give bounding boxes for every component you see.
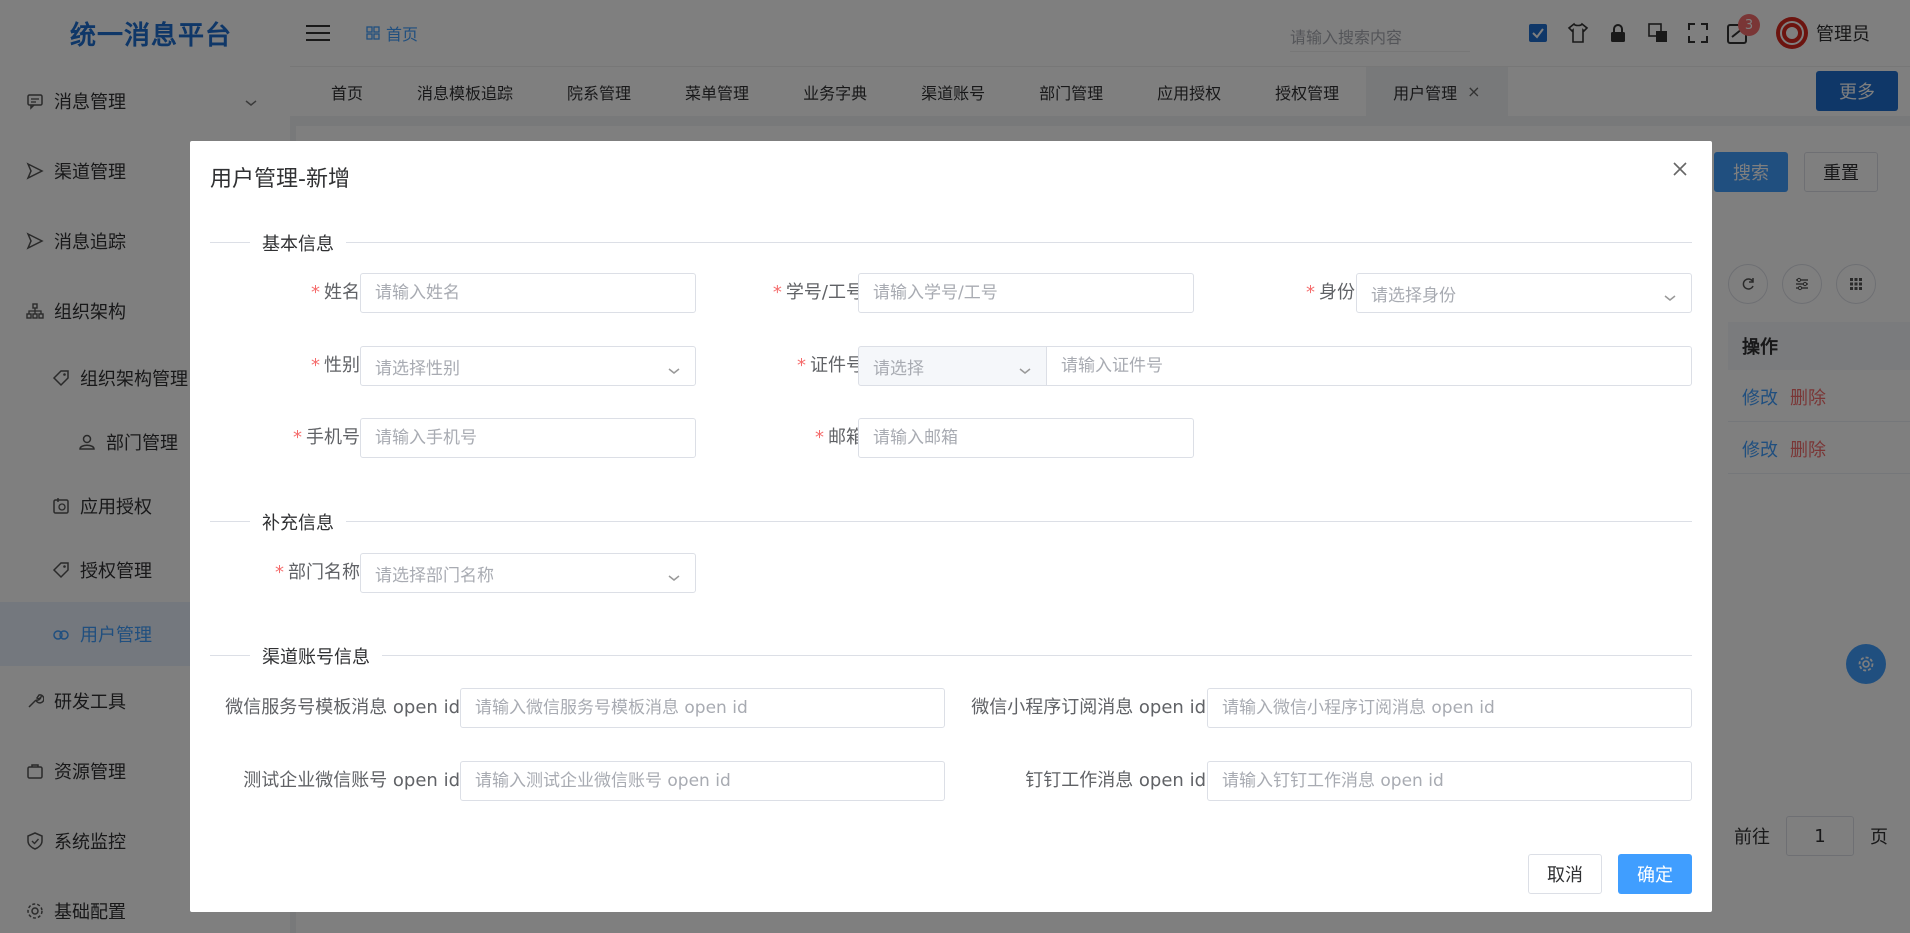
wx-work-openid-input[interactable] <box>460 761 945 801</box>
id-type-select[interactable]: 请选择 <box>858 346 1047 386</box>
department-label: * 部门名称 <box>275 562 360 583</box>
dingtalk-openid-input[interactable] <box>1207 761 1692 801</box>
wx-service-label: 微信服务号模板消息 open id <box>225 697 460 718</box>
name-input[interactable] <box>360 273 696 313</box>
section-title: 基本信息 <box>250 230 346 256</box>
confirm-button[interactable]: 确定 <box>1618 854 1692 894</box>
email-input[interactable] <box>858 418 1194 458</box>
email-label: * 邮箱 <box>815 427 864 448</box>
section-extra-info: 补充信息 <box>210 509 1692 535</box>
gender-select[interactable]: 请选择性别 <box>360 346 696 386</box>
phone-input[interactable] <box>360 418 696 458</box>
chevron-down-icon <box>1663 288 1677 308</box>
department-select[interactable]: 请选择部门名称 <box>360 553 696 593</box>
identity-select[interactable]: 请选择身份 <box>1356 273 1692 313</box>
name-label: * 姓名 <box>311 282 360 303</box>
dingtalk-label: 钉钉工作消息 open id <box>1025 770 1206 791</box>
id-number-label: * 证件号 <box>797 355 864 376</box>
wx-service-openid-input[interactable] <box>460 688 945 728</box>
wx-mini-label: 微信小程序订阅消息 open id <box>971 697 1206 718</box>
student-id-input[interactable] <box>858 273 1194 313</box>
gender-label: * 性别 <box>311 355 360 376</box>
phone-label: * 手机号 <box>293 427 360 448</box>
chevron-down-icon <box>667 361 681 381</box>
user-create-dialog: 用户管理-新增 基本信息 *姓名 *学号/工号 *身份 请选择身份 *性别 请选… <box>190 141 1712 912</box>
section-basic-info: 基本信息 <box>210 230 1692 256</box>
section-channel-info: 渠道账号信息 <box>210 643 1692 669</box>
identity-label: * 身份 <box>1306 282 1355 303</box>
dialog-title: 用户管理-新增 <box>210 167 350 192</box>
cancel-button[interactable]: 取消 <box>1528 854 1602 894</box>
chevron-down-icon <box>667 568 681 588</box>
id-number-input[interactable] <box>1046 346 1692 386</box>
section-title: 渠道账号信息 <box>250 643 382 669</box>
wx-work-label: 测试企业微信账号 open id <box>243 770 460 791</box>
section-title: 补充信息 <box>250 509 346 535</box>
wx-mini-openid-input[interactable] <box>1207 688 1692 728</box>
close-icon[interactable] <box>1670 159 1690 179</box>
chevron-down-icon <box>1018 361 1032 381</box>
student-id-label: * 学号/工号 <box>772 282 864 303</box>
